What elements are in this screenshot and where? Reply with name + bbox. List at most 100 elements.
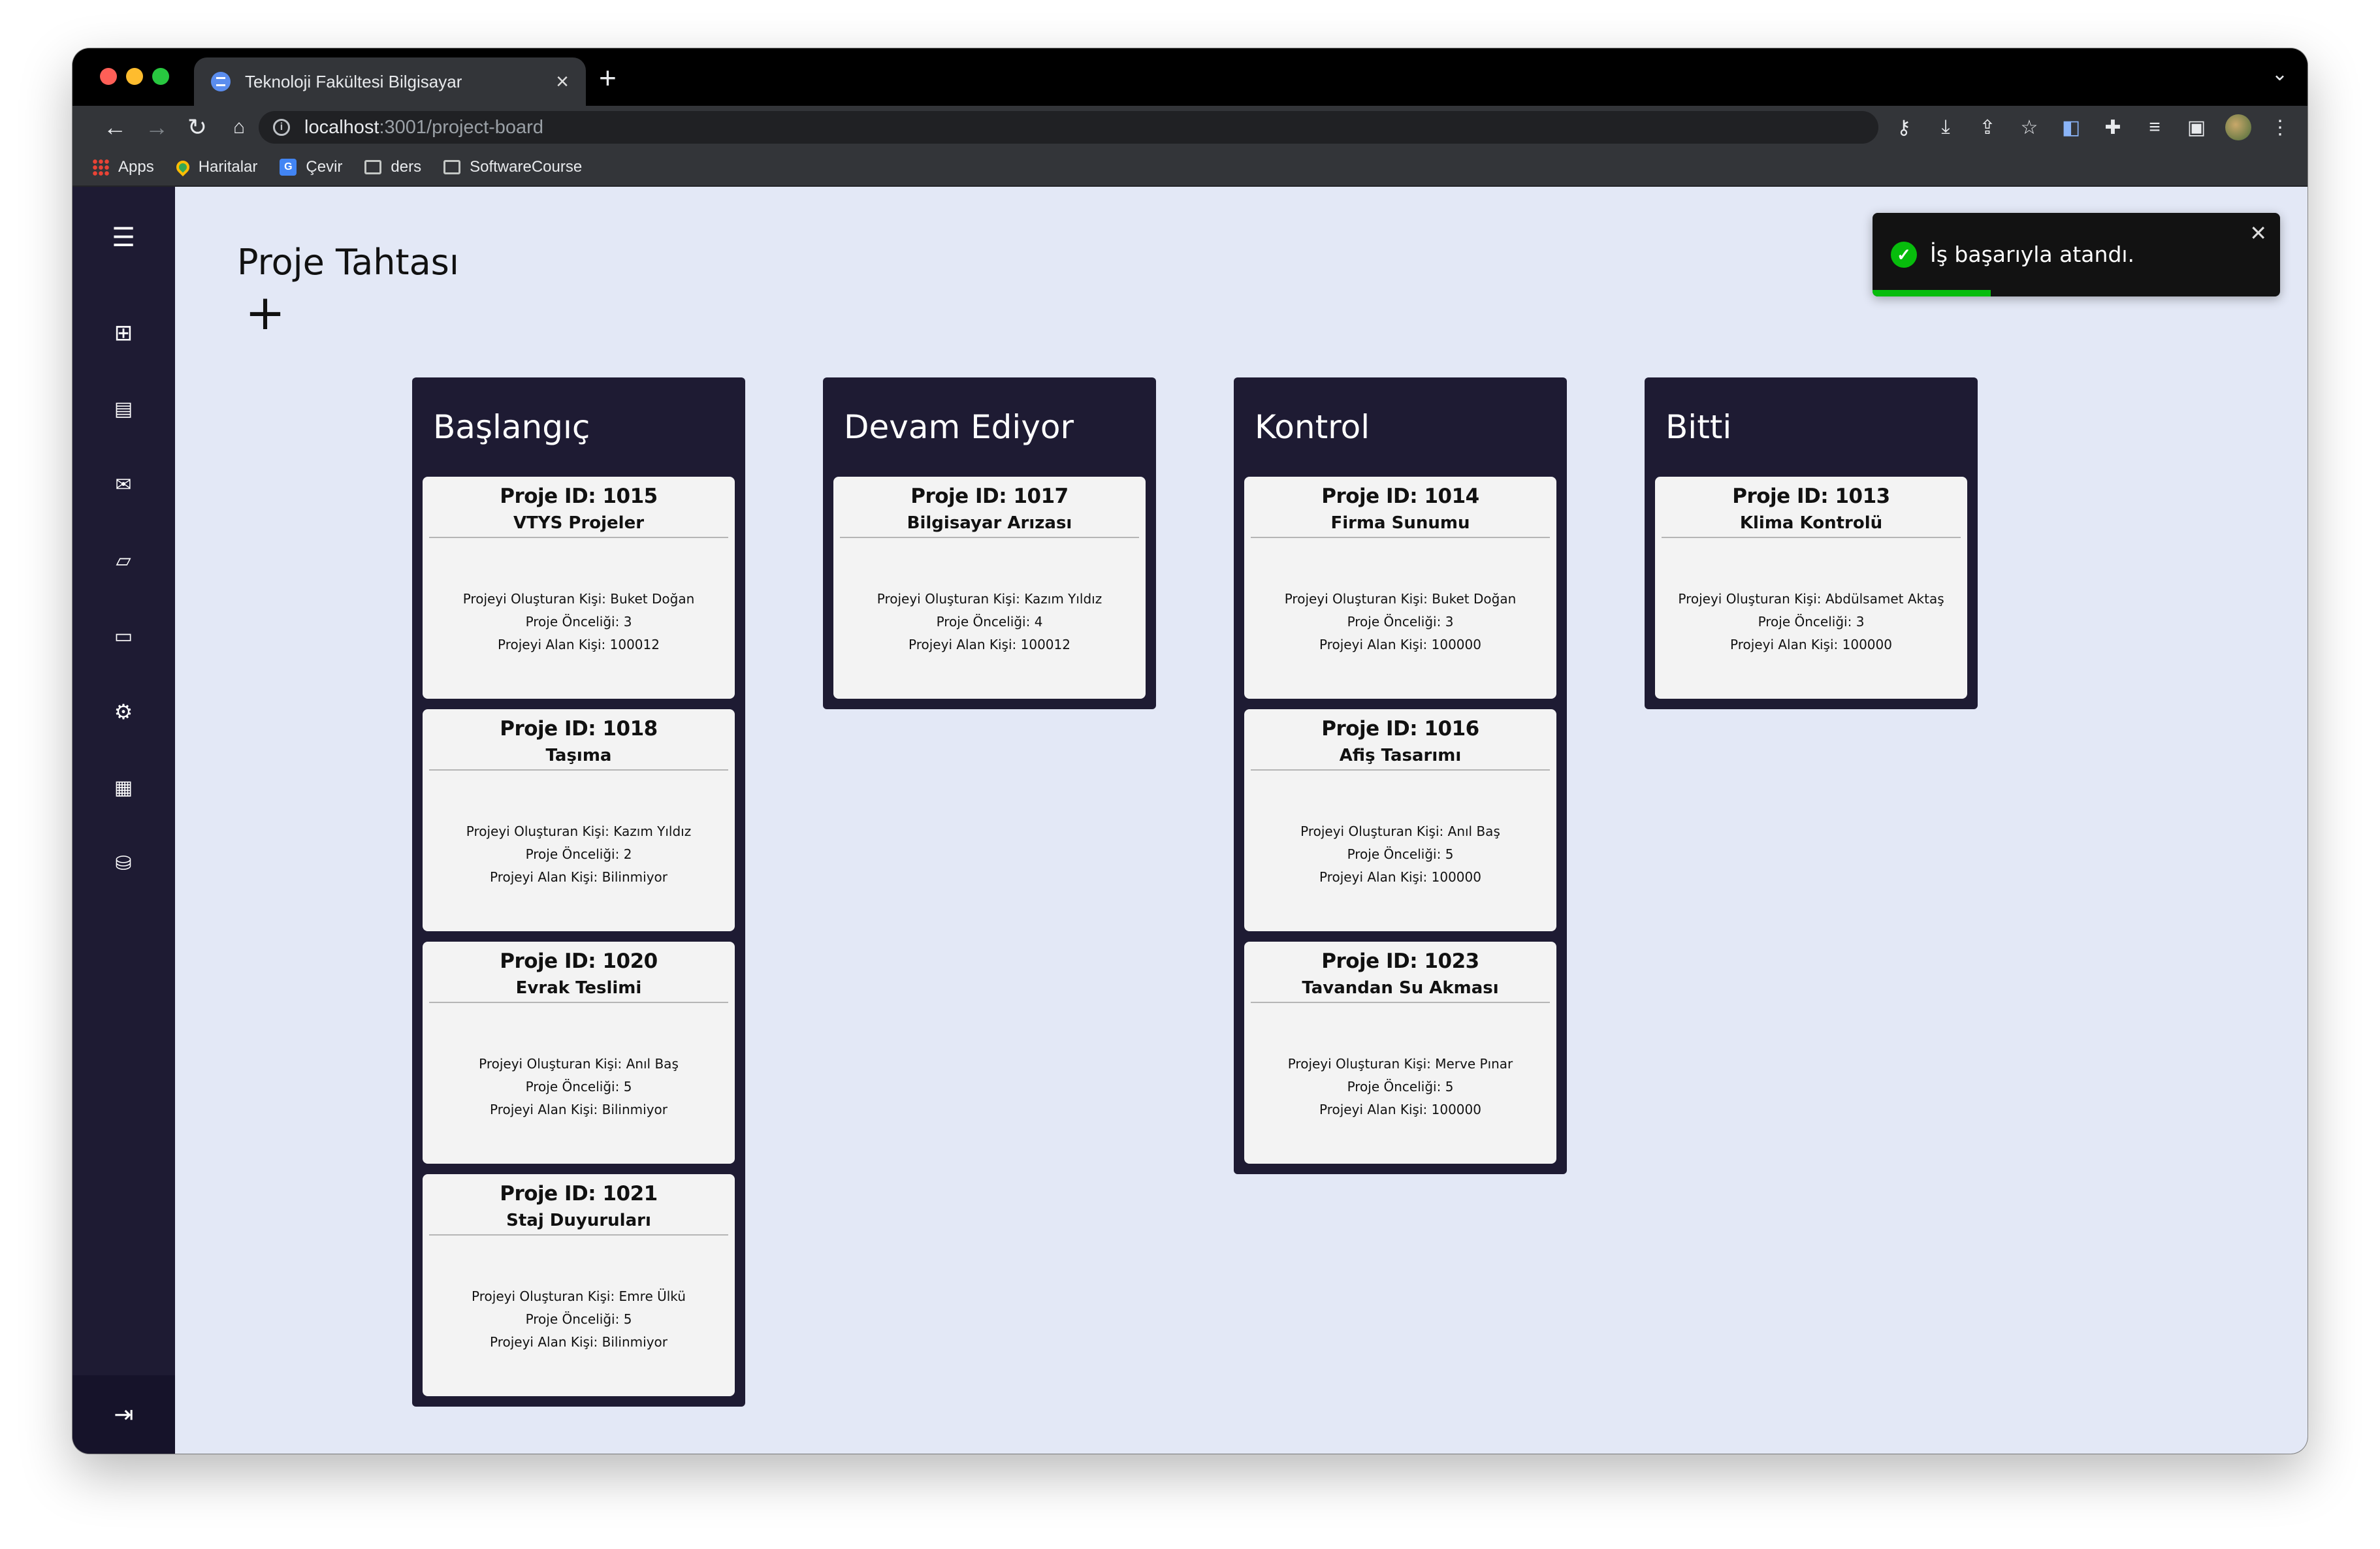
project-priority: Proje Önceliği: 3 [1758, 614, 1865, 630]
forward-icon[interactable]: → [140, 111, 173, 144]
close-tab-icon[interactable]: × [556, 69, 569, 95]
translate-extension-icon[interactable]: ◧ [2058, 114, 2084, 140]
translate-icon: G [280, 159, 297, 176]
column-title: Devam Ediyor [844, 408, 1074, 446]
briefcase-icon[interactable]: ▤ [106, 392, 140, 426]
folder-icon[interactable]: ▭ [106, 619, 140, 653]
project-card[interactable]: Proje ID: 1023 Tavandan Su Akması Projey… [1244, 942, 1556, 1164]
project-card[interactable]: Proje ID: 1018 Taşıma Projeyi Oluşturan … [423, 709, 735, 931]
menu-icon[interactable]: ☰ [106, 221, 140, 255]
project-assignee: Projeyi Alan Kişi: 100000 [1730, 637, 1892, 652]
project-card[interactable]: Proje ID: 1021 Staj Duyuruları Projeyi O… [423, 1174, 735, 1396]
project-id: Proje ID: 1018 [500, 717, 658, 741]
project-priority: Proje Önceliği: 4 [936, 614, 1043, 630]
project-assignee: Projeyi Alan Kişi: 100000 [1319, 637, 1481, 652]
project-assignee: Projeyi Alan Kişi: Bilinmiyor [489, 1102, 667, 1117]
back-icon[interactable]: ← [99, 111, 131, 144]
bookmark-label: SoftwareCourse [470, 158, 583, 176]
calendar-icon[interactable]: ▦ [106, 771, 140, 805]
bookmark-label: Çevir [306, 158, 343, 176]
mail-icon[interactable]: ✉ [106, 468, 140, 502]
bookmark-label: Haritalar [198, 158, 258, 176]
reading-list-icon[interactable]: ≡ [2142, 114, 2168, 140]
success-toast[interactable]: ✓ İş başarıyla atandı. ✕ [1873, 213, 2280, 296]
project-priority: Proje Önceliği: 3 [525, 614, 632, 630]
project-id: Proje ID: 1021 [500, 1182, 658, 1206]
project-assignee: Projeyi Alan Kişi: 100012 [909, 637, 1070, 652]
project-priority: Proje Önceliği: 5 [1347, 1079, 1454, 1094]
project-creator: Projeyi Oluşturan Kişi: Kazım Yıldız [876, 591, 1102, 607]
tab-strip: Teknoloji Fakültesi Bilgisayar × + ⌄ [72, 48, 2308, 106]
bookmark-translate[interactable]: G Çevir [280, 158, 342, 176]
project-card[interactable]: Proje ID: 1020 Evrak Teslimi Projeyi Olu… [423, 942, 735, 1164]
project-name: Klima Kontrolü [1662, 513, 1961, 538]
project-assignee: Projeyi Alan Kişi: 100000 [1319, 1102, 1481, 1117]
url-path: :3001/project-board [379, 116, 543, 138]
bookmark-folder-softwarecourse[interactable]: SoftwareCourse [443, 158, 582, 176]
key-icon[interactable]: ⚷ [1891, 114, 1917, 140]
column-baslangic: Başlangıç Proje ID: 1015 VTYS Projeler P… [412, 377, 745, 1407]
profile-avatar[interactable] [2225, 114, 2251, 140]
project-card[interactable]: Proje ID: 1017 Bilgisayar Arızası Projey… [833, 477, 1146, 699]
project-creator: Projeyi Oluşturan Kişi: Abdülsamet Aktaş [1678, 591, 1944, 607]
side-panel-icon[interactable]: ▣ [2183, 114, 2210, 140]
url-host: localhost [304, 116, 379, 138]
add-project-button[interactable]: + [245, 289, 285, 337]
project-priority: Proje Önceliği: 5 [1347, 846, 1454, 862]
project-card[interactable]: Proje ID: 1014 Firma Sunumu Projeyi Oluş… [1244, 477, 1556, 699]
project-id: Proje ID: 1016 [1321, 717, 1479, 741]
bookmark-apps[interactable]: Apps [92, 158, 154, 176]
browser-toolbar: ← → ↻ ⌂ i localhost :3001/project-board … [72, 106, 2308, 149]
project-id: Proje ID: 1015 [500, 485, 658, 508]
column-kontrol: Kontrol Proje ID: 1014 Firma Sunumu Proj… [1234, 377, 1567, 1174]
success-check-icon: ✓ [1891, 242, 1917, 268]
page-title: Proje Tahtası [237, 242, 459, 283]
browser-window: Teknoloji Fakültesi Bilgisayar × + ⌄ ← →… [72, 48, 2308, 1454]
project-card[interactable]: Proje ID: 1015 VTYS Projeler Projeyi Olu… [423, 477, 735, 699]
bookmark-maps[interactable]: Haritalar [173, 157, 258, 177]
tab-search-chevron-icon[interactable]: ⌄ [2272, 63, 2288, 86]
project-creator: Projeyi Oluşturan Kişi: Merve Pınar [1287, 1056, 1513, 1072]
dashboard-icon[interactable]: ⊞ [106, 316, 140, 350]
bookmark-folder-ders[interactable]: ders [364, 158, 421, 176]
sidebar: ☰ ⊞ ▤ ✉ ▱ ▭ ⚙ ▦ ⛁ ⇥ [72, 187, 175, 1454]
install-icon[interactable]: ⤓ [1933, 114, 1959, 140]
minimize-window-button[interactable] [126, 68, 143, 85]
close-window-button[interactable] [100, 68, 117, 85]
project-name: Firma Sunumu [1251, 513, 1550, 538]
project-card[interactable]: Proje ID: 1013 Klima Kontrolü Projeyi Ol… [1655, 477, 1967, 699]
database-icon[interactable]: ⛁ [106, 846, 140, 880]
reload-icon[interactable]: ↻ [181, 111, 214, 144]
column-bitti: Bitti Proje ID: 1013 Klima Kontrolü Proj… [1645, 377, 1978, 709]
project-id: Proje ID: 1017 [910, 485, 1069, 508]
note-icon[interactable]: ▱ [106, 543, 140, 577]
site-info-icon[interactable]: i [273, 119, 290, 136]
logout-icon: ⇥ [114, 1401, 134, 1428]
toast-close-icon[interactable]: ✕ [2249, 221, 2267, 246]
share-icon[interactable]: ⇪ [1974, 114, 2001, 140]
bookmark-star-icon[interactable]: ☆ [2016, 114, 2042, 140]
project-name: Evrak Teslimi [429, 978, 728, 1003]
project-assignee: Projeyi Alan Kişi: Bilinmiyor [489, 869, 667, 885]
project-card[interactable]: Proje ID: 1016 Afiş Tasarımı Projeyi Olu… [1244, 709, 1556, 931]
tab-favicon-icon [211, 72, 231, 91]
project-priority: Proje Önceliği: 3 [1347, 614, 1454, 630]
home-icon[interactable]: ⌂ [223, 111, 255, 144]
project-id: Proje ID: 1020 [500, 950, 658, 973]
maximize-window-button[interactable] [152, 68, 169, 85]
browser-tab[interactable]: Teknoloji Fakültesi Bilgisayar × [194, 57, 586, 106]
project-name: Afiş Tasarımı [1251, 746, 1550, 771]
browser-menu-icon[interactable]: ⋮ [2267, 114, 2293, 140]
project-name: Staj Duyuruları [429, 1211, 728, 1236]
folder-icon [364, 160, 382, 174]
address-bar[interactable]: i localhost :3001/project-board [259, 111, 1878, 144]
new-tab-button[interactable]: + [599, 63, 617, 93]
project-priority: Proje Önceliği: 5 [525, 1311, 632, 1327]
bookmark-label: Apps [118, 158, 154, 176]
logout-button[interactable]: ⇥ [72, 1375, 175, 1454]
project-name: Taşıma [429, 746, 728, 771]
settings-icon[interactable]: ⚙ [106, 695, 140, 729]
extensions-puzzle-icon[interactable]: ✚ [2100, 114, 2126, 140]
toast-progress-bar [1873, 290, 1991, 296]
project-creator: Projeyi Oluşturan Kişi: Anıl Baş [479, 1056, 679, 1072]
